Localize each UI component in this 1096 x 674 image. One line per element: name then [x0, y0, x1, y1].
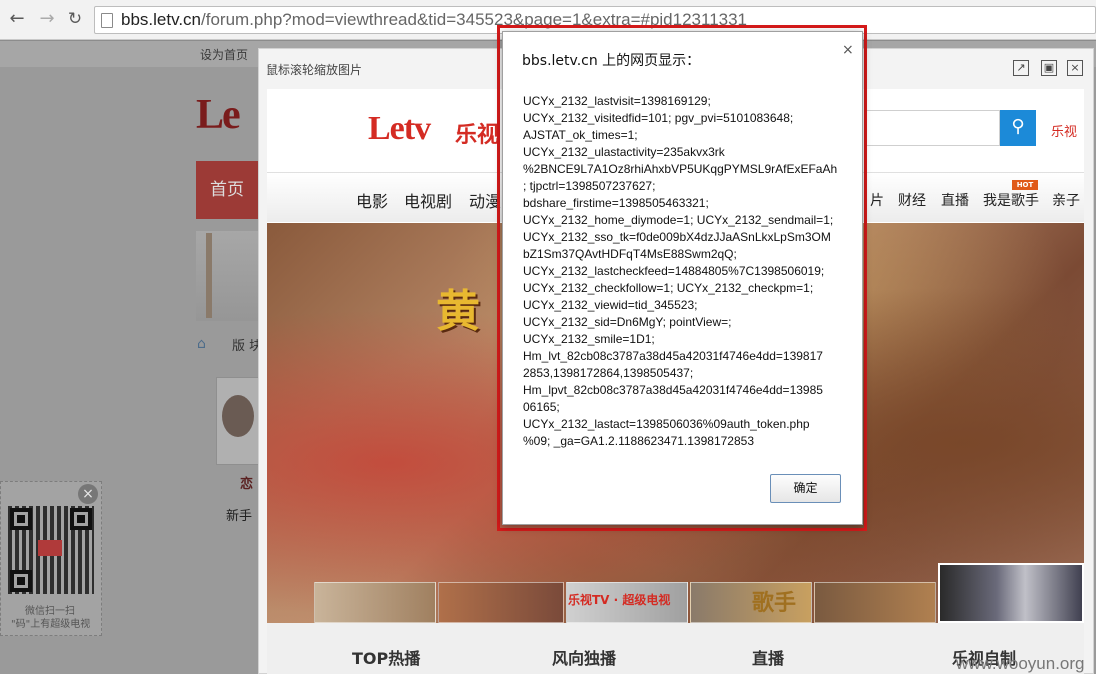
background-tower-image [206, 233, 212, 318]
background-username[interactable]: 恋 [240, 473, 253, 492]
qr-caption-line2: "码"上有超级电视 [11, 619, 91, 630]
inner-tab-top: TOP热播 [352, 649, 421, 668]
alert-message-line: UCYx_2132_ulastactivity=235akvx3rk [523, 145, 725, 159]
avatar [222, 395, 254, 437]
alert-message-line: AJSTAT_ok_times=1; [523, 128, 638, 142]
alert-message-line: UCYx_2132_visitedfid=101; pgv_pvi=510108… [523, 111, 794, 125]
thumb-label-singer: 歌手 [752, 591, 797, 616]
qr-finder-topleft [10, 508, 32, 530]
alert-message-line: bdshare_firstime=1398505463321; [523, 196, 709, 210]
inner-letv-logo-cn: 乐视 [455, 123, 500, 148]
inner-tab-live: 直播 [752, 649, 785, 668]
inner-letv-logo: Letv [368, 110, 431, 147]
inner-nav-movie: 电影 [356, 192, 389, 211]
alert-message-line: ; tjpctrl=1398507237627; [523, 179, 656, 193]
alert-message-line: %2BNCE9L7A1Oz8rhiAhxbVP5UKqgPYMSL9rAfExE… [523, 162, 838, 176]
alert-message-line: UCYx_2132_sso_tk=f0de009bX4dzJJaASnLkxLp… [523, 230, 831, 244]
banner-thumb [814, 582, 936, 623]
alert-message-line: UCYx_2132_sid=Dn6MgY; pointView=; [523, 315, 732, 329]
hot-badge: HOT [1012, 180, 1038, 190]
viewer-hint-text: 鼠标滚轮缩放图片 [266, 63, 363, 77]
qr-center-logo [38, 540, 62, 556]
qr-close-icon[interactable]: × [78, 484, 98, 504]
ok-button[interactable]: 确定 [770, 474, 841, 503]
inner-nav-singer: 我是歌手 [983, 193, 1039, 209]
background-user-rank: 新手 [226, 509, 253, 524]
url-host: bbs.letv.cn [121, 10, 202, 29]
background-letv-logo[interactable]: Le [196, 91, 241, 139]
banner-thumb [314, 582, 436, 623]
open-new-window-icon[interactable]: ↗ [1013, 60, 1029, 76]
inner-nav-film: 片 [870, 193, 884, 209]
banner-thumb [438, 582, 564, 623]
alert-message-line: UCYx_2132_lastcheckfeed=14884805%7C13985… [523, 264, 825, 278]
home-icon[interactable]: ⌂ [197, 336, 206, 352]
back-arrow-icon[interactable]: ← [6, 8, 28, 30]
alert-message-line: Hm_lvt_82cb08c3787a38d45a42031f4746e4dd=… [523, 349, 823, 363]
alert-message-line: %09; _ga=GA1.2.1188623471.1398172853 [523, 434, 754, 448]
inner-banner-title: 黄 [436, 286, 480, 337]
alert-message-line: UCYx_2132_lastact=1398506036%09auth_toke… [523, 417, 810, 431]
inner-nav-tv: 电视剧 [404, 192, 453, 211]
alert-message-line: Hm_lpvt_82cb08c3787a38d45a42031f4746e4dd… [523, 383, 823, 397]
inner-nav-live: 直播 [941, 193, 969, 209]
page-icon [101, 13, 113, 28]
maximize-icon[interactable]: ▣ [1041, 60, 1057, 76]
inner-nav-finance: 财经 [898, 193, 926, 209]
alert-message-line: UCYx_2132_home_diymode=1; UCYx_2132_send… [523, 213, 834, 227]
search-icon: ⚲ [1000, 110, 1036, 146]
alert-message-line: UCYx_2132_checkfollow=1; UCYx_2132_check… [523, 281, 814, 295]
qr-finder-bottomleft [10, 570, 32, 592]
reload-icon[interactable]: ↻ [64, 8, 86, 30]
banner-thumb-active [938, 563, 1084, 623]
viewer-close-icon[interactable]: × [1067, 60, 1083, 76]
background-home-tab[interactable]: 首页 [196, 161, 258, 219]
alert-message-line: 2853,1398172864,1398505437; [523, 366, 694, 380]
qr-finder-topright [70, 508, 92, 530]
alert-title: bbs.letv.cn 上的网页显示： [522, 53, 701, 69]
alert-message: UCYx_2132_lastvisit=1398169129; UCYx_213… [523, 93, 843, 450]
forward-arrow-icon[interactable]: → [36, 8, 58, 30]
alert-message-line: UCYx_2132_smile=1D1; [523, 332, 655, 346]
alert-message-line: bZ1Sm37QAvtHDFqT4MsE88Swm2qQ; [523, 247, 737, 261]
inner-tab-exclusive: 风向独播 [552, 649, 617, 668]
alert-close-icon[interactable]: × [842, 42, 854, 58]
inner-lesee-link: 乐视 [1051, 125, 1078, 140]
inner-nav-parenting: 亲子 [1052, 193, 1080, 209]
set-home-link[interactable]: 设为首页 [200, 46, 248, 63]
thumb-label-letv-tv: 乐视TV · 超级电视 [568, 593, 671, 607]
watermark-text: www.wooyun.org [956, 654, 1085, 673]
alert-message-line: 06165; [523, 400, 560, 414]
inner-search-input [866, 110, 1000, 146]
alert-message-line: UCYx_2132_viewid=tid_345523; [523, 298, 698, 312]
alert-message-line: UCYx_2132_lastvisit=1398169129; [523, 94, 711, 108]
